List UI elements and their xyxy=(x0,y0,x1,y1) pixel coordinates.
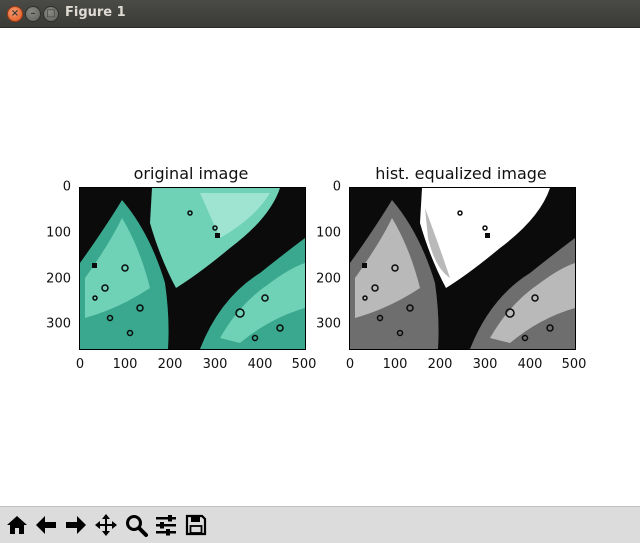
pan-icon xyxy=(95,514,117,536)
right-xtick: 100 xyxy=(382,357,408,372)
left-xtick: 500 xyxy=(291,357,317,372)
right-ytick: 100 xyxy=(316,225,341,241)
left-image xyxy=(79,187,306,350)
zoom-icon xyxy=(126,515,148,537)
forward-button[interactable] xyxy=(62,511,90,539)
right-axes-title: hist. equalized image xyxy=(375,164,547,183)
left-dark-spot xyxy=(215,233,220,238)
right-ytick: 300 xyxy=(316,316,341,332)
window-minimize-button[interactable]: – xyxy=(25,6,41,22)
zoom-button[interactable] xyxy=(122,511,150,539)
left-ytick: 300 xyxy=(46,316,71,332)
left-ytick: 0 xyxy=(62,179,71,195)
left-xtick: 200 xyxy=(157,357,183,372)
left-axes-title: original image xyxy=(133,164,249,183)
left-xtick: 100 xyxy=(112,357,138,372)
configure-subplots-button[interactable] xyxy=(152,511,180,539)
left-ytick: 200 xyxy=(46,271,71,287)
right-ytick: 0 xyxy=(332,179,341,195)
sliders-icon xyxy=(156,515,176,536)
right-xtick: 400 xyxy=(517,357,543,372)
left-dark-spot-2 xyxy=(92,263,97,268)
arrow-right-icon xyxy=(66,516,86,534)
home-button[interactable] xyxy=(3,511,31,539)
left-xtick: 0 xyxy=(75,357,85,372)
right-ytick: 200 xyxy=(316,271,341,287)
window-close-button[interactable]: × xyxy=(7,6,23,22)
left-image-drawing xyxy=(80,188,305,349)
home-icon xyxy=(7,516,27,534)
window-title: Figure 1 xyxy=(65,5,126,20)
left-xtick: 300 xyxy=(202,357,228,372)
right-dark-spot xyxy=(485,233,490,238)
pan-button[interactable] xyxy=(92,511,120,539)
left-ytick: 100 xyxy=(46,225,71,241)
right-xtick: 300 xyxy=(472,357,498,372)
window-maximize-button[interactable]: □ xyxy=(43,6,59,22)
right-xtick: 0 xyxy=(345,357,355,372)
navigation-toolbar xyxy=(0,506,640,543)
right-xtick: 500 xyxy=(561,357,587,372)
right-xtick: 200 xyxy=(427,357,453,372)
window-titlebar[interactable]: × – □ Figure 1 xyxy=(0,0,640,28)
right-image-drawing xyxy=(350,188,575,349)
save-icon xyxy=(185,514,207,536)
figure-canvas[interactable]: original image 0 100 200 300 0 100 200 3… xyxy=(0,28,640,506)
right-image xyxy=(349,187,576,350)
right-dark-spot-2 xyxy=(362,263,367,268)
save-button[interactable] xyxy=(182,511,210,539)
left-xtick: 400 xyxy=(247,357,273,372)
arrow-left-icon xyxy=(36,516,56,534)
back-button[interactable] xyxy=(32,511,60,539)
